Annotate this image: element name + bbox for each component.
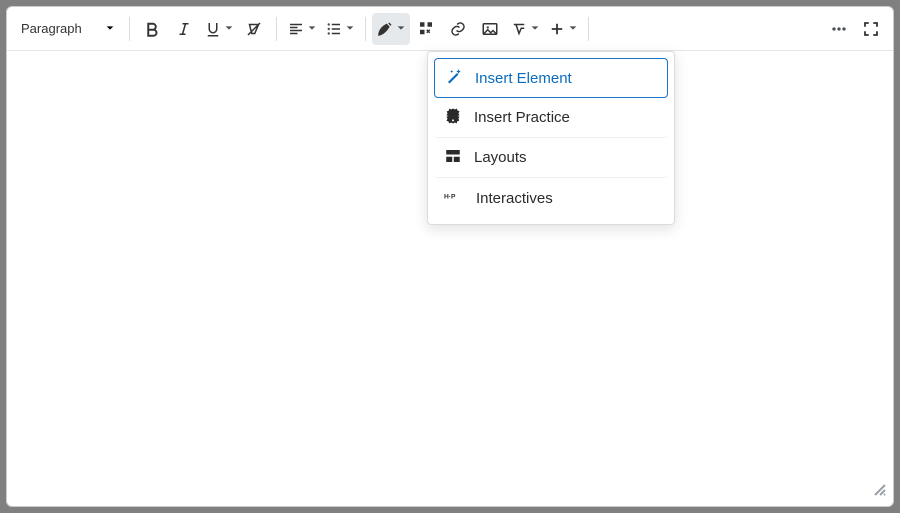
insert-quicklink-button[interactable] (410, 13, 442, 45)
paragraph-group (283, 7, 359, 50)
h5p-icon: H·P (444, 189, 464, 207)
dropdown-item-insert-practice[interactable]: Insert Practice (434, 98, 668, 138)
separator (365, 17, 366, 41)
separator (276, 17, 277, 41)
fullscreen-button[interactable] (855, 13, 887, 45)
dropdown-item-label: Insert Practice (474, 109, 570, 126)
wand-icon (445, 67, 463, 89)
toolbar: Paragraph (7, 7, 893, 51)
dropdown-item-label: Insert Element (475, 70, 572, 87)
more-actions-button[interactable] (823, 13, 855, 45)
image-button[interactable] (474, 13, 506, 45)
equation-button[interactable] (506, 13, 544, 45)
insert-more-button[interactable] (544, 13, 582, 45)
chevron-down-icon (568, 20, 578, 38)
editor-frame: Paragraph (6, 6, 894, 507)
dropdown-item-interactives[interactable]: H·P Interactives (434, 178, 668, 218)
chevron-down-icon (396, 20, 406, 38)
dropdown-item-label: Interactives (476, 190, 553, 207)
paragraph-style-label: Paragraph (21, 21, 82, 36)
dropdown-item-layouts[interactable]: Layouts (434, 138, 668, 178)
dropdown-item-label: Layouts (474, 149, 527, 166)
chevron-down-icon (224, 20, 234, 38)
chevron-down-icon (105, 21, 115, 36)
paragraph-style-select[interactable]: Paragraph (13, 13, 123, 45)
svg-text:H·P: H·P (444, 194, 456, 201)
question-badge-icon (444, 107, 462, 129)
resize-grip-icon[interactable] (873, 483, 887, 502)
align-button[interactable] (283, 13, 321, 45)
list-button[interactable] (321, 13, 359, 45)
dropdown-item-insert-element[interactable]: Insert Element (434, 58, 668, 98)
separator (129, 17, 130, 41)
clear-formatting-button[interactable] (238, 13, 270, 45)
layouts-icon (444, 147, 462, 169)
text-format-group (136, 7, 270, 50)
insert-group (372, 7, 582, 50)
chevron-down-icon (530, 20, 540, 38)
bold-button[interactable] (136, 13, 168, 45)
insert-stuff-dropdown: Insert Element Insert Practice Layouts H… (427, 51, 675, 225)
link-button[interactable] (442, 13, 474, 45)
italic-button[interactable] (168, 13, 200, 45)
insert-stuff-button[interactable] (372, 13, 410, 45)
separator (588, 17, 589, 41)
underline-button[interactable] (200, 13, 238, 45)
chevron-down-icon (307, 20, 317, 38)
chevron-down-icon (345, 20, 355, 38)
